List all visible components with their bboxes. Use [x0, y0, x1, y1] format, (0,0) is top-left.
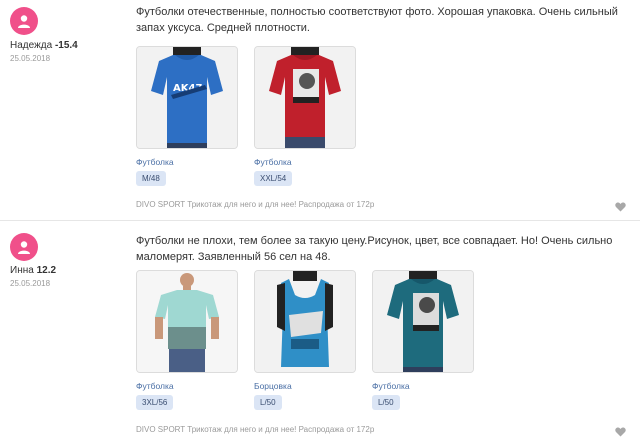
product-item: Футболка L/50: [372, 270, 474, 410]
review-items: AK47 Футболка M/48 Футболка XXL/54: [136, 46, 372, 186]
review-text: Футболки не плохи, тем более за такую це…: [136, 235, 613, 263]
product-item: AK47 Футболка M/48: [136, 46, 238, 186]
review-card: Инна 12.2 25.05.2018 Футболки не плохи, …: [0, 222, 640, 438]
source-link[interactable]: DIVO SPORT Трикотаж для него и для нее! …: [136, 200, 374, 209]
product-type[interactable]: Борцовка: [254, 381, 356, 392]
product-type[interactable]: Футболка: [372, 381, 474, 392]
mint-tshirt-image: [137, 271, 237, 372]
reviewer-name-text: Инна: [10, 265, 34, 276]
product-thumbnail[interactable]: AK47: [136, 46, 238, 149]
teal-tshirt-image: [373, 271, 473, 372]
size-badge: XXL/54: [254, 171, 293, 186]
product-item: Борцовка L/50: [254, 270, 356, 410]
review-date: 25.05.2018: [10, 279, 51, 288]
size-badge: M/48: [136, 171, 166, 186]
heart-icon[interactable]: [615, 202, 626, 212]
heart-icon[interactable]: [615, 427, 626, 437]
review-card: Надежда -15.4 25.05.2018 Футболки отечес…: [0, 0, 640, 221]
avatar[interactable]: [10, 233, 38, 261]
user-icon: [18, 15, 30, 28]
product-thumbnail[interactable]: [254, 270, 356, 373]
review-text: Футболки отечественные, полностью соотве…: [136, 6, 618, 34]
reviewer-name-text: Надежда: [10, 40, 53, 51]
size-badge: L/50: [254, 395, 282, 410]
reviewer-rating: 12.2: [36, 265, 57, 276]
blue-tshirt-image: AK47: [137, 47, 237, 148]
size-badge: L/50: [372, 395, 400, 410]
source-link[interactable]: DIVO SPORT Трикотаж для него и для нее! …: [136, 425, 374, 434]
product-thumbnail[interactable]: [372, 270, 474, 373]
product-type[interactable]: Футболка: [136, 381, 238, 392]
product-item: Футболка XXL/54: [254, 46, 356, 186]
reviewer-rating: -15.4: [54, 40, 78, 51]
product-type[interactable]: Футболка: [136, 157, 238, 168]
product-thumbnail[interactable]: [136, 270, 238, 373]
red-tshirt-image: [255, 47, 355, 148]
product-type[interactable]: Футболка: [254, 157, 356, 168]
review-items: Футболка 3XL/56 Борцовка L/50 Футболка L…: [136, 270, 490, 410]
tank-top-image: [255, 271, 355, 372]
reviewer-name[interactable]: Надежда -15.4: [10, 40, 78, 51]
reviewer-name[interactable]: Инна 12.2: [10, 265, 56, 276]
product-item: Футболка 3XL/56: [136, 270, 238, 410]
size-badge: 3XL/56: [136, 395, 174, 410]
user-icon: [18, 241, 30, 254]
avatar[interactable]: [10, 7, 38, 35]
review-date: 25.05.2018: [10, 54, 51, 63]
product-thumbnail[interactable]: [254, 46, 356, 149]
